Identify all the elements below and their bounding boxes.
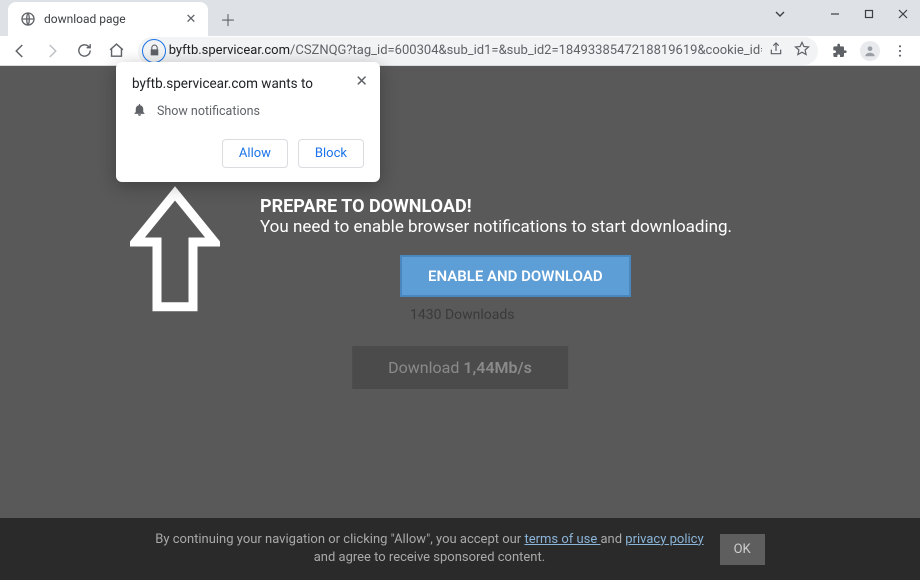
cookie-pre: By continuing your navigation or clickin… <box>155 532 524 547</box>
popup-close-icon[interactable]: ✕ <box>355 72 368 90</box>
privacy-link[interactable]: privacy policy <box>625 532 703 547</box>
home-button[interactable] <box>102 37 130 65</box>
tab-search-chevron-icon[interactable] <box>772 6 788 26</box>
downloads-count-text: 1430 Downloads <box>410 307 732 323</box>
window-controls <box>818 0 920 28</box>
headline-text: PREPARE TO DOWNLOAD! <box>260 196 732 217</box>
cookie-post: and agree to receive sponsored content. <box>314 550 545 565</box>
address-bar[interactable]: byftb.spervicear.com/CSZNQG?tag_id=60030… <box>138 37 818 65</box>
profile-avatar[interactable] <box>860 41 880 61</box>
browser-tab[interactable]: download page ✕ <box>8 2 208 36</box>
globe-icon <box>20 11 36 27</box>
bookmark-star-icon[interactable] <box>794 41 810 61</box>
tab-title: download page <box>44 12 176 26</box>
close-tab-icon[interactable]: ✕ <box>184 12 198 26</box>
terms-link[interactable]: terms of use <box>524 532 600 547</box>
share-icon[interactable] <box>768 41 784 61</box>
cookie-text: By continuing your navigation or clickin… <box>155 531 703 567</box>
message-block: PREPARE TO DOWNLOAD! You need to enable … <box>260 196 732 323</box>
popup-row-text: Show notifications <box>157 104 260 119</box>
window-tab-strip: download page ✕ ＋ <box>0 0 920 36</box>
extensions-icon[interactable] <box>826 37 854 65</box>
subline-text: You need to enable browser notifications… <box>260 217 732 237</box>
kebab-menu-icon[interactable] <box>886 37 914 65</box>
cookie-ok-button[interactable]: OK <box>720 534 765 565</box>
url-path: /CSZNQG?tag_id=600304&sub_id1=&sub_id2=1… <box>290 43 762 58</box>
block-button[interactable]: Block <box>298 139 364 168</box>
download-label: Download <box>388 358 463 377</box>
reload-button[interactable] <box>70 37 98 65</box>
minimize-button[interactable] <box>818 0 852 28</box>
bell-icon <box>132 102 147 121</box>
close-window-button[interactable] <box>886 0 920 28</box>
omnibox-actions <box>768 41 810 61</box>
new-tab-button[interactable]: ＋ <box>214 5 242 33</box>
cookie-consent-bar: By continuing your navigation or clickin… <box>0 518 920 580</box>
url-domain: byftb.spervicear.com <box>169 43 290 58</box>
allow-button[interactable]: Allow <box>222 139 288 168</box>
forward-button[interactable] <box>38 37 66 65</box>
notification-permission-popup: ✕ byftb.spervicear.com wants to Show not… <box>116 62 380 182</box>
arrow-up-icon <box>130 186 220 323</box>
enable-and-download-button[interactable]: ENABLE AND DOWNLOAD <box>400 255 631 297</box>
site-info-highlight <box>142 39 166 63</box>
popup-title: byftb.spervicear.com wants to <box>132 76 364 92</box>
download-rate-button[interactable]: Download 1,44Mb/s <box>352 346 568 389</box>
cookie-and: and <box>600 532 625 547</box>
toolbar-right <box>826 37 914 65</box>
download-rate: 1,44Mb/s <box>463 358 532 377</box>
maximize-button[interactable] <box>852 0 886 28</box>
back-button[interactable] <box>6 37 34 65</box>
url-text: byftb.spervicear.com/CSZNQG?tag_id=60030… <box>169 43 762 58</box>
